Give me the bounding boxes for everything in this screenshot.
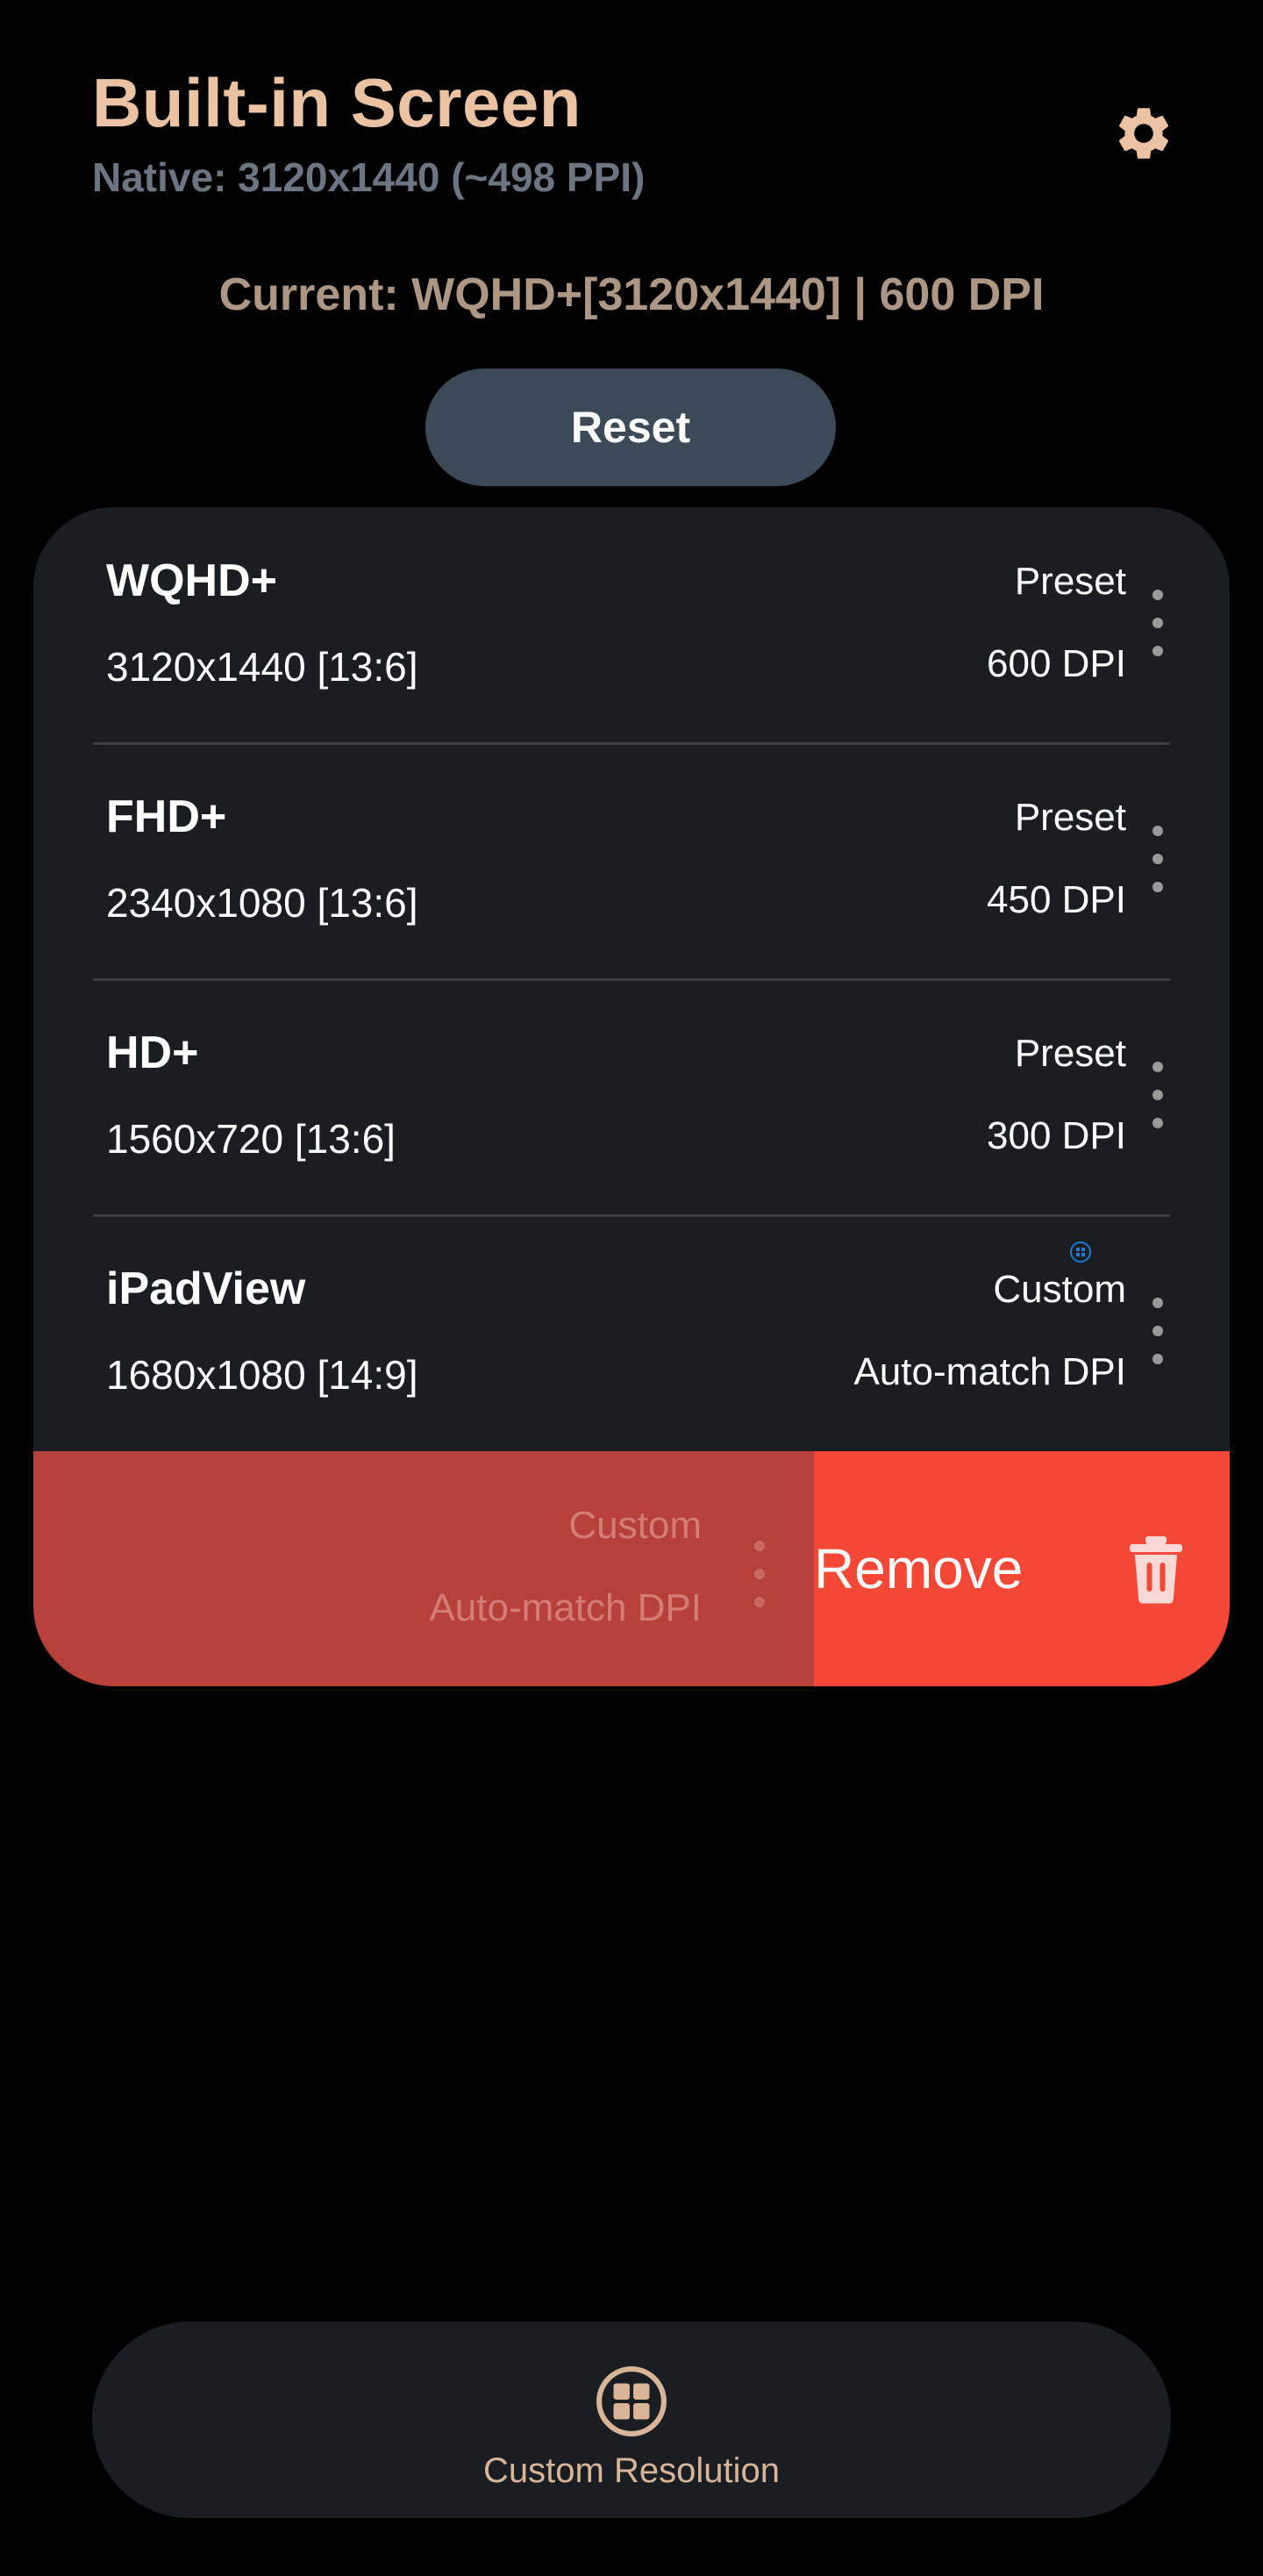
resolution-dpi: 600 DPI [987, 642, 1126, 685]
resolution-dpi: 450 DPI [987, 878, 1126, 921]
resolution-dpi: Auto-match DPI [853, 1350, 1126, 1393]
remove-button[interactable]: Remove [814, 1451, 1023, 1686]
resolution-dpi: Auto-match DPI [429, 1586, 702, 1629]
resolution-value: 1560x720 [13:6] [106, 1116, 396, 1162]
grid-icon [596, 2366, 667, 2436]
resolution-name: WQHD+ [106, 555, 277, 606]
gear-icon [1118, 108, 1169, 159]
more-options-icon[interactable] [1140, 584, 1175, 663]
resolution-list-card: WQHD+ 3120x1440 [13:6] Preset 600 DPI FH… [33, 507, 1230, 1686]
resolution-value: 3120x1440 [13:6] [106, 644, 418, 690]
swiped-list-item[interactable]: Custom Auto-match DPI Remove [33, 1451, 1230, 1686]
custom-resolution-label: Custom Resolution [483, 2451, 780, 2490]
more-options-icon[interactable] [1140, 1292, 1175, 1371]
more-options-icon[interactable] [1140, 820, 1175, 899]
settings-button[interactable] [1109, 98, 1179, 168]
current-resolution-text: Current: WQHD+[3120x1440] | 600 DPI [218, 269, 1045, 320]
native-resolution-subtitle: Native: 3120x1440 (~498 PPI) [92, 154, 646, 200]
resolution-name: FHD+ [106, 791, 227, 842]
grid-badge-icon [1070, 1241, 1091, 1263]
page-title: Built-in Screen [92, 64, 582, 141]
list-item-fhd[interactable]: FHD+ 2340x1080 [13:6] Preset 450 DPI [33, 743, 1230, 978]
more-options-icon[interactable] [1140, 1056, 1175, 1135]
resolution-name: HD+ [106, 1027, 199, 1078]
resolution-type: Preset [1014, 796, 1126, 839]
resolution-type: Preset [1014, 560, 1126, 603]
swiped-item-content: Custom Auto-match DPI [33, 1451, 814, 1686]
custom-resolution-button[interactable]: Custom Resolution [92, 2322, 1171, 2518]
resolution-value: 1680x1080 [14:9] [106, 1352, 418, 1398]
reset-button[interactable]: Reset [425, 369, 836, 486]
list-item-ipadview[interactable]: iPadView 1680x1080 [14:9] Custom Auto-ma… [33, 1215, 1230, 1450]
resolution-dpi: 300 DPI [987, 1114, 1126, 1157]
resolution-type: Custom [568, 1504, 702, 1547]
resolution-type: Preset [1014, 1032, 1126, 1075]
list-item-wqhd[interactable]: WQHD+ 3120x1440 [13:6] Preset 600 DPI [33, 507, 1230, 742]
resolution-name: iPadView [106, 1263, 306, 1314]
list-item-hd[interactable]: HD+ 1560x720 [13:6] Preset 300 DPI [33, 979, 1230, 1214]
trash-icon[interactable] [1124, 1535, 1188, 1606]
more-options-icon [742, 1535, 777, 1614]
resolution-type: Custom [993, 1268, 1126, 1311]
resolution-value: 2340x1080 [13:6] [106, 880, 418, 926]
